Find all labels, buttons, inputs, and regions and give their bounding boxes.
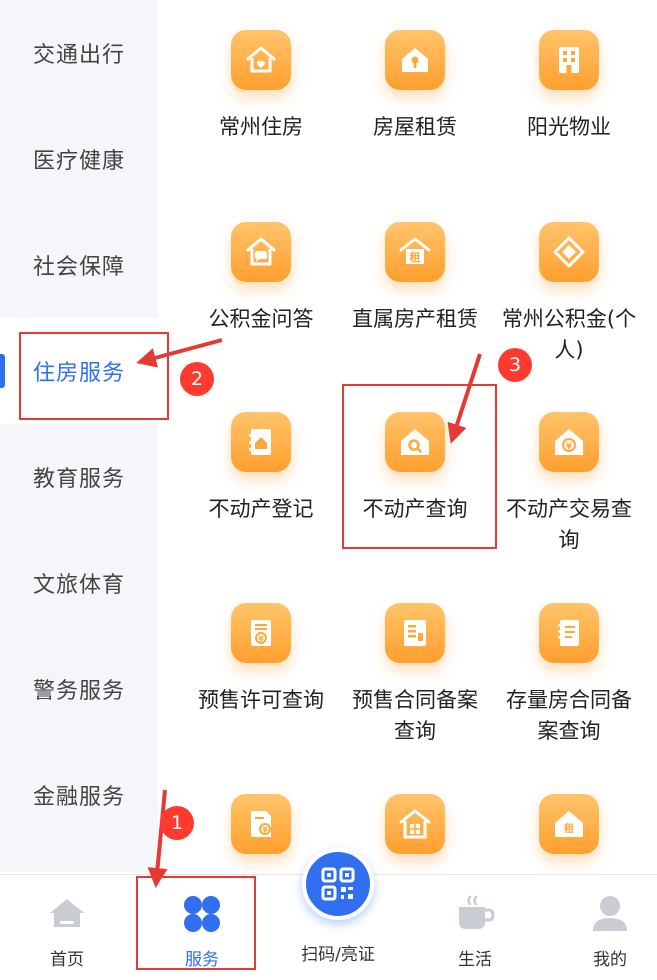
service-tile-property-registration[interactable]: 不动产登记 xyxy=(186,412,336,525)
service-tile-changzhou-fund-personal[interactable]: 常州公积金(个人) xyxy=(494,222,644,366)
sidebar-item-police[interactable]: 警务服务 xyxy=(0,636,158,742)
service-tile-presale-contract-query[interactable]: 预售合同备案查询 xyxy=(340,603,490,747)
service-tile-house-rental[interactable]: 房屋租赁 xyxy=(340,30,490,143)
category-sidebar: 交通出行 医疗健康 社会保障 住房服务 教育服务 文旅体育 警务服务 金融服务 xyxy=(0,0,158,872)
service-tile-sunshine-property[interactable]: 阳光物业 xyxy=(494,30,644,143)
tile-label: 存量房合同备案查询 xyxy=(506,688,632,743)
sidebar-item-label: 教育服务 xyxy=(32,467,125,492)
tile-label: 常州住房 xyxy=(219,115,303,139)
house-grid-icon xyxy=(385,794,445,854)
svg-text:¥: ¥ xyxy=(566,442,573,452)
tile-label: 阳光物业 xyxy=(527,115,611,139)
sidebar-item-label: 金融服务 xyxy=(32,785,125,810)
scan-label: 扫码/亮证 xyxy=(301,945,375,965)
qr-code-icon xyxy=(320,866,356,902)
service-tile-existing-house-contract-query[interactable]: 存量房合同备案查询 xyxy=(494,603,644,747)
annotation-badge-2: 2 xyxy=(180,362,214,396)
tile-label: 房屋租赁 xyxy=(373,115,457,139)
sidebar-item-finance[interactable]: 金融服务 xyxy=(0,742,158,848)
annotation-badge-3: 3 xyxy=(498,348,532,382)
tile-label: 不动产交易查询 xyxy=(506,497,632,552)
sidebar-item-social-security[interactable]: 社会保障 xyxy=(0,212,158,318)
tab-label: 生活 xyxy=(458,950,492,970)
house-rent-small-icon: 租 xyxy=(539,794,599,854)
sidebar-item-culture-sports[interactable]: 文旅体育 xyxy=(0,530,158,636)
annotation-box-services-tab xyxy=(136,876,256,970)
permit-yuan-icon: ¥ xyxy=(231,603,291,663)
tile-label: 直属房产租赁 xyxy=(352,307,478,331)
tile-label: 不动产登记 xyxy=(208,497,314,521)
document-yuan-icon: ¥ xyxy=(231,794,291,854)
fund-diamond-icon xyxy=(539,222,599,282)
sidebar-item-label: 警务服务 xyxy=(32,679,125,704)
sidebar-item-label: 文旅体育 xyxy=(32,573,125,598)
annotation-badge-1: 1 xyxy=(160,806,194,840)
svg-text:¥: ¥ xyxy=(258,635,264,644)
tile-label: 预售许可查询 xyxy=(198,688,324,712)
tab-mine[interactable]: 我的 xyxy=(555,875,657,980)
tile-label: 预售合同备案查询 xyxy=(352,688,478,743)
house-heart-icon xyxy=(231,30,291,90)
tile-label: 公积金问答 xyxy=(208,307,314,331)
notebook-icon xyxy=(539,603,599,663)
home-icon xyxy=(44,891,90,937)
annotation-box-property-query xyxy=(342,384,497,549)
svg-text:租: 租 xyxy=(564,822,574,835)
user-icon xyxy=(587,891,633,937)
property-register-icon xyxy=(231,412,291,472)
sidebar-item-medical[interactable]: 医疗健康 xyxy=(0,106,158,212)
annotation-box-housing xyxy=(19,332,169,420)
service-tile-fund-qa[interactable]: 公积金问答 xyxy=(186,222,336,335)
tab-label: 我的 xyxy=(593,950,627,970)
scan-button[interactable] xyxy=(302,848,374,920)
svg-text:¥: ¥ xyxy=(262,826,268,835)
service-tile-presale-permit-query[interactable]: ¥ 预售许可查询 xyxy=(186,603,336,716)
building-icon xyxy=(539,30,599,90)
sidebar-item-label: 医疗健康 xyxy=(32,149,125,174)
tab-life[interactable]: 生活 xyxy=(420,875,530,980)
house-chat-icon xyxy=(231,222,291,282)
sidebar-item-education[interactable]: 教育服务 xyxy=(0,424,158,530)
house-yuan-icon: ¥ xyxy=(539,412,599,472)
service-tile-house-rent-small[interactable]: 租 xyxy=(494,794,644,876)
coffee-cup-icon xyxy=(452,891,498,937)
tab-label: 首页 xyxy=(50,950,84,970)
house-rent-icon: 租 xyxy=(385,222,445,282)
sidebar-item-label: 社会保障 xyxy=(32,255,125,280)
service-tile-changzhou-housing[interactable]: 常州住房 xyxy=(186,30,336,143)
house-key-icon xyxy=(385,30,445,90)
contract-icon xyxy=(385,603,445,663)
svg-text:租: 租 xyxy=(410,251,421,264)
sidebar-item-label: 交通出行 xyxy=(32,43,125,68)
service-tile-direct-property-rental[interactable]: 租 直属房产租赁 xyxy=(340,222,490,335)
sidebar-item-traffic[interactable]: 交通出行 xyxy=(0,0,158,106)
service-tile-property-transaction-query[interactable]: ¥ 不动产交易查询 xyxy=(494,412,644,556)
tab-home[interactable]: 首页 xyxy=(12,875,122,980)
